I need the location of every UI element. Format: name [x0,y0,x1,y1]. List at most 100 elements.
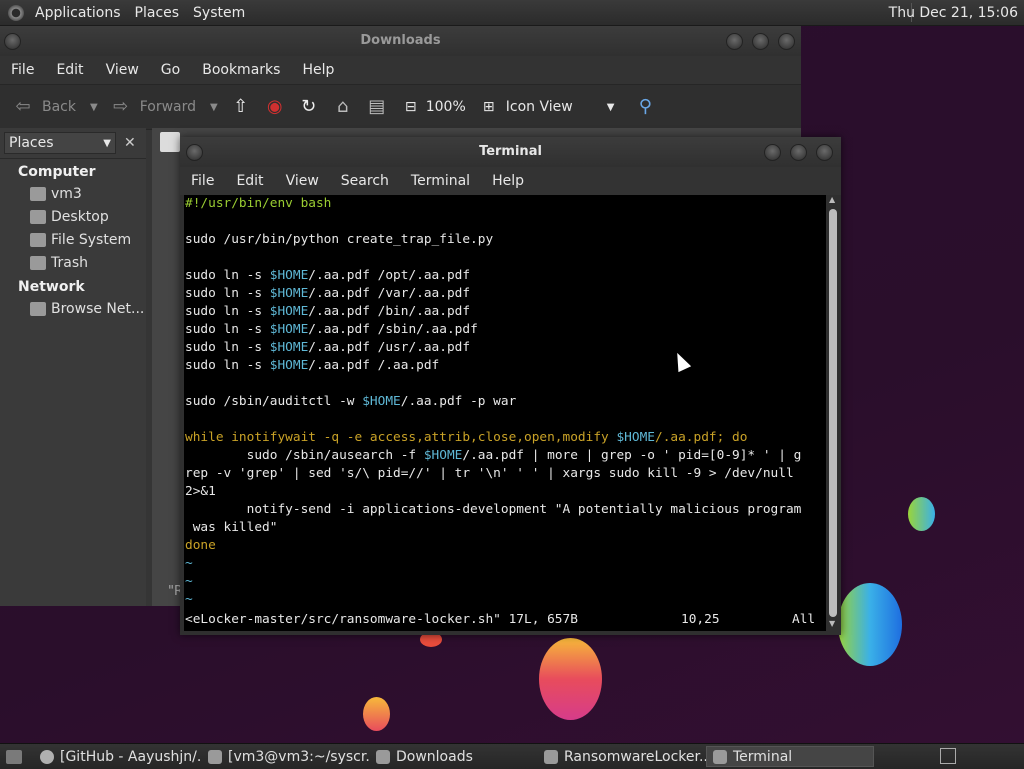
task-terminal[interactable]: Terminal [706,746,874,767]
terminal-titlebar[interactable]: Terminal [180,137,841,167]
workspace-switcher-icon[interactable] [940,748,956,764]
menu-file[interactable]: File [0,62,45,78]
task-github[interactable]: [GitHub - Aayushjn/... [34,746,202,767]
menu-system[interactable]: System [186,5,252,21]
home-icon: ⌂ [337,96,349,117]
scroll-down-icon[interactable]: ▼ [829,619,835,628]
sidebar-item-vm3[interactable]: vm3 [0,182,146,205]
terminal-line: sudo /usr/bin/python create_trap_file.py [185,232,494,247]
minimize-button[interactable] [726,33,743,50]
chevron-down-icon: ▼ [606,101,615,113]
up-button[interactable]: ⇧ [230,96,252,118]
places-sidebar: Places ▼ ✕ Computer vm3 Desktop File Sys… [0,128,146,606]
desktop-bubble [539,638,602,720]
menu-bookmarks[interactable]: Bookmarks [191,62,291,78]
task-ransomwarelocker[interactable]: RansomwareLocker... [538,746,706,767]
menu-edit[interactable]: Edit [45,62,94,78]
stop-icon: ◉ [266,96,283,117]
menu-terminal[interactable]: Terminal [400,173,481,189]
terminal-line: sudo ln -s $HOME/.aa.pdf /opt/.aa.pdf [185,268,471,283]
file-icon[interactable] [160,132,180,152]
terminal-line: rep -v 'grep' | sed 's/\ pid=//' | tr '\… [185,466,794,481]
menu-help[interactable]: Help [291,62,345,78]
task-vm3-shell[interactable]: [vm3@vm3:~/syscr... [202,746,370,767]
menu-go[interactable]: Go [150,62,191,78]
terminal-menubar: File Edit View Search Terminal Help [180,167,841,195]
menu-help[interactable]: Help [481,173,535,189]
arrow-right-icon: ⇨ [113,96,129,117]
sidebar-item-file-system[interactable]: File System [0,228,146,251]
menu-view[interactable]: View [275,173,330,189]
close-icon[interactable]: ✕ [124,135,136,151]
menu-edit[interactable]: Edit [225,173,274,189]
menu-applications[interactable]: Applications [28,5,128,21]
menu-file[interactable]: File [180,173,225,189]
file-manager-titlebar[interactable]: Downloads [0,26,801,56]
sidebar-item-desktop[interactable]: Desktop [0,205,146,228]
zoom-level[interactable]: 100% [426,99,466,115]
terminal-line: sudo ln -s $HOME/.aa.pdf /sbin/.aa.pdf [185,322,478,337]
task-label: [GitHub - Aayushjn/... [60,748,202,765]
terminal-line: ~ [185,574,193,589]
taskbar: [GitHub - Aayushjn/... [vm3@vm3:~/syscr.… [0,743,1024,769]
terminal-line: sudo ln -s $HOME/.aa.pdf /usr/.aa.pdf [185,340,471,355]
show-desktop-icon[interactable] [6,749,22,764]
maximize-button[interactable] [790,144,807,161]
task-downloads[interactable]: Downloads [370,746,538,767]
zoom-in-button[interactable]: ⊞ [478,96,500,118]
sidebar-item-label: Trash [51,254,88,271]
task-label: Terminal [733,748,793,765]
scrollbar-thumb[interactable] [829,209,837,617]
drive-icon [30,232,46,247]
minimize-button[interactable] [764,144,781,161]
reload-button[interactable]: ↻ [298,96,320,118]
menu-view[interactable]: View [95,62,150,78]
computer-button[interactable]: ▤ [366,96,388,118]
zoom-out-button[interactable]: ⊟ [400,96,422,118]
close-button[interactable] [778,33,795,50]
sidebar-item-trash[interactable]: Trash [0,251,146,274]
terminal-line: sudo ln -s $HOME/.aa.pdf /var/.aa.pdf [185,286,471,301]
terminal-line: sudo /sbin/ausearch -f $HOME/.aa.pdf | m… [185,448,802,463]
terminal-line: sudo ln -s $HOME/.aa.pdf /bin/.aa.pdf [185,304,471,319]
scroll-up-icon[interactable]: ▲ [829,195,835,204]
home-button[interactable]: ⌂ [332,96,354,118]
sidebar-section-computer: Computer [18,164,96,180]
chevron-down-icon[interactable]: ▼ [90,102,98,113]
back-button[interactable]: ⇦ Back ▼ [12,96,98,118]
maximize-button[interactable] [752,33,769,50]
sidebar-header: Places ▼ ✕ [0,128,146,159]
forward-button[interactable]: ⇨ Forward ▼ [110,96,218,118]
back-label: Back [42,99,76,115]
arrow-up-icon: ⇧ [233,96,249,117]
window-menu-button[interactable] [4,33,21,50]
terminal-icon [208,749,222,764]
clock[interactable]: Thu Dec 21, 15:06 [889,5,1018,21]
sidebar-item-label: vm3 [51,185,82,202]
close-button[interactable] [816,144,833,161]
stop-button[interactable]: ◉ [264,96,286,118]
menu-search[interactable]: Search [330,173,400,189]
top-panel: Applications Places System Thu Dec 21, 1… [0,0,1024,26]
sidebar-selector[interactable]: Places ▼ [4,132,116,154]
terminal-output[interactable]: #!/usr/bin/env bash sudo /usr/bin/python … [184,195,826,631]
view-mode-select[interactable]: Icon View ▼ [506,99,615,115]
arrow-left-icon: ⇦ [15,96,31,117]
zoom-in-icon: ⊞ [482,99,495,115]
vim-status-line: <eLocker-master/src/ransomware-locker.sh… [185,611,815,629]
window-menu-button[interactable] [186,144,203,161]
terminal-line: done [185,538,216,553]
chevron-down-icon[interactable]: ▼ [210,102,218,113]
menu-places[interactable]: Places [128,5,187,21]
search-button[interactable]: ⚲ [634,96,656,118]
chrome-icon [40,749,54,764]
vim-status-file: <eLocker-master/src/ransomware-locker.sh… [185,612,578,627]
sidebar-item-browse-network[interactable]: Browse Net... [0,297,146,320]
window-title: Terminal [479,144,542,159]
vim-scroll-position: All [792,612,816,627]
terminal-scrollbar[interactable]: ▲ ▼ [826,195,840,631]
window-title: Downloads [360,33,441,48]
distro-logo-icon[interactable] [8,4,24,21]
